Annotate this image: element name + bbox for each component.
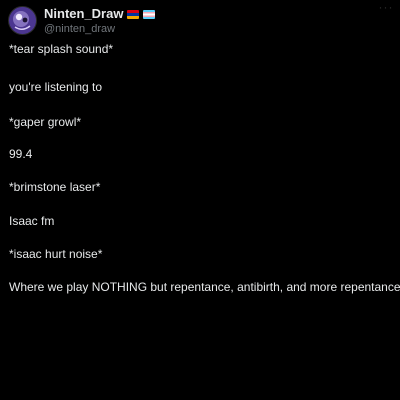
- author-name-row: Ninten_Draw: [44, 6, 156, 22]
- author-display-name[interactable]: Ninten_Draw: [44, 6, 123, 22]
- more-options-icon[interactable]: ···: [378, 1, 394, 13]
- avatar[interactable]: [8, 6, 37, 35]
- tweet: Ninten_Draw @ninten_draw ··· *tear splas…: [0, 0, 400, 400]
- tweet-line: *brimstone laser*: [9, 180, 101, 194]
- author-handle[interactable]: @ninten_draw: [44, 22, 115, 36]
- transgender-flag-icon: [143, 9, 156, 19]
- armenia-flag-icon: [127, 9, 140, 19]
- tweet-line: 99.4: [9, 147, 33, 161]
- avatar-icon: [9, 7, 36, 34]
- tweet-line: *gaper growl*: [9, 115, 82, 129]
- tweet-line: you're listening to: [9, 80, 103, 94]
- tweet-line: Where we play NOTHING but repentance, an…: [9, 280, 400, 294]
- tweet-line: Isaac fm: [9, 214, 55, 228]
- tweet-line: *isaac hurt noise*: [9, 247, 103, 261]
- tweet-line: *tear splash sound*: [9, 42, 114, 56]
